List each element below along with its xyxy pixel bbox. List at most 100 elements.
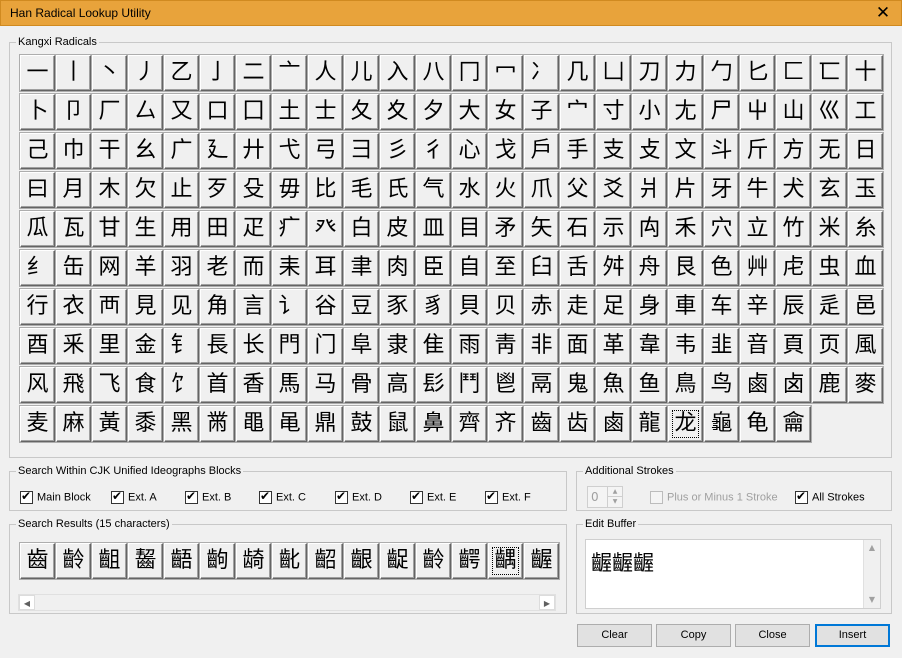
- radical-button[interactable]: 干: [92, 133, 127, 169]
- stroke-count-spinner[interactable]: 0 ▲ ▼: [587, 486, 623, 508]
- radical-button[interactable]: 足: [596, 289, 631, 325]
- radical-button[interactable]: 車: [668, 289, 703, 325]
- radical-button[interactable]: 自: [452, 250, 487, 286]
- result-character-button[interactable]: 𬺈: [236, 543, 271, 579]
- radical-button[interactable]: 毛: [344, 172, 379, 208]
- radical-button[interactable]: 龙: [668, 406, 703, 442]
- radical-button[interactable]: 厂: [92, 94, 127, 130]
- block-checkbox-box[interactable]: [185, 489, 198, 504]
- radical-button[interactable]: 己: [20, 133, 55, 169]
- radical-button[interactable]: 幺: [128, 133, 163, 169]
- radical-button[interactable]: 鳥: [668, 367, 703, 403]
- radical-button[interactable]: 歹: [200, 172, 235, 208]
- radical-button[interactable]: 牛: [740, 172, 775, 208]
- result-character-button[interactable]: 齶: [452, 543, 487, 579]
- radical-button[interactable]: 鼓: [344, 406, 379, 442]
- radical-button[interactable]: 缶: [56, 250, 91, 286]
- radical-button[interactable]: 卤: [776, 367, 811, 403]
- radical-button[interactable]: 齐: [488, 406, 523, 442]
- radical-button[interactable]: 弋: [272, 133, 307, 169]
- result-character-button[interactable]: 齪: [380, 543, 415, 579]
- result-character-button[interactable]: 齒: [20, 543, 55, 579]
- radical-button[interactable]: 鹿: [812, 367, 847, 403]
- radical-button[interactable]: 行: [20, 289, 55, 325]
- radical-button[interactable]: 巾: [56, 133, 91, 169]
- block-checkbox[interactable]: Main Block: [20, 489, 91, 505]
- radical-button[interactable]: 乙: [164, 55, 199, 91]
- radical-button[interactable]: 角: [200, 289, 235, 325]
- copy-button[interactable]: Copy: [656, 624, 731, 647]
- block-checkbox-box[interactable]: [20, 489, 33, 504]
- clear-button[interactable]: Clear: [577, 624, 652, 647]
- radical-button[interactable]: 文: [668, 133, 703, 169]
- radical-button[interactable]: 邑: [848, 289, 883, 325]
- radical-button[interactable]: 网: [92, 250, 127, 286]
- radical-button[interactable]: 寸: [596, 94, 631, 130]
- radical-button[interactable]: 立: [740, 211, 775, 247]
- radical-button[interactable]: 血: [848, 250, 883, 286]
- radical-button[interactable]: 皿: [416, 211, 451, 247]
- radical-button[interactable]: 马: [308, 367, 343, 403]
- radical-button[interactable]: 纟: [20, 250, 55, 286]
- radical-button[interactable]: 匚: [776, 55, 811, 91]
- radical-button[interactable]: 彳: [416, 133, 451, 169]
- radical-button[interactable]: 靑: [488, 328, 523, 364]
- radical-button[interactable]: 几: [560, 55, 595, 91]
- radical-button[interactable]: 黾: [272, 406, 307, 442]
- radical-button[interactable]: 人: [308, 55, 343, 91]
- radical-button[interactable]: 齿: [560, 406, 595, 442]
- radical-button[interactable]: 黑: [164, 406, 199, 442]
- radical-button[interactable]: 大: [452, 94, 487, 130]
- radical-button[interactable]: 豕: [380, 289, 415, 325]
- radical-button[interactable]: 黃: [92, 406, 127, 442]
- radical-button[interactable]: 攴: [632, 133, 667, 169]
- radical-button[interactable]: 力: [668, 55, 703, 91]
- radical-button[interactable]: 骨: [344, 367, 379, 403]
- radical-button[interactable]: 门: [308, 328, 343, 364]
- radical-button[interactable]: 钅: [164, 328, 199, 364]
- radical-button[interactable]: 火: [488, 172, 523, 208]
- all-strokes-checkbox[interactable]: All Strokes: [795, 489, 865, 505]
- radical-button[interactable]: 见: [164, 289, 199, 325]
- radical-button[interactable]: 爪: [524, 172, 559, 208]
- radical-button[interactable]: 木: [92, 172, 127, 208]
- radical-button[interactable]: 臼: [524, 250, 559, 286]
- radical-button[interactable]: ⿄: [596, 406, 631, 442]
- radical-button[interactable]: 彐: [344, 133, 379, 169]
- radical-button[interactable]: 麦: [20, 406, 55, 442]
- radical-button[interactable]: 癶: [308, 211, 343, 247]
- radical-button[interactable]: 矛: [488, 211, 523, 247]
- radical-button[interactable]: 毋: [272, 172, 307, 208]
- radical-button[interactable]: 非: [524, 328, 559, 364]
- radical-button[interactable]: 雨: [452, 328, 487, 364]
- radical-button[interactable]: 贝: [488, 289, 523, 325]
- radical-button[interactable]: 入: [380, 55, 415, 91]
- radical-button[interactable]: 虫: [812, 250, 847, 286]
- block-checkbox[interactable]: Ext. E: [410, 489, 456, 505]
- radical-button[interactable]: 鸟: [704, 367, 739, 403]
- radical-button[interactable]: 囗: [236, 94, 271, 130]
- radical-button[interactable]: 言: [236, 289, 271, 325]
- radical-button[interactable]: 肉: [380, 250, 415, 286]
- radical-button[interactable]: 穴: [704, 211, 739, 247]
- radical-button[interactable]: 風: [848, 328, 883, 364]
- result-character-button[interactable]: 齟: [92, 543, 127, 579]
- radical-button[interactable]: 革: [596, 328, 631, 364]
- result-character-button[interactable]: 齠: [308, 543, 343, 579]
- radical-button[interactable]: 用: [164, 211, 199, 247]
- radical-button[interactable]: 殳: [236, 172, 271, 208]
- radical-button[interactable]: 舟: [632, 250, 667, 286]
- radical-button[interactable]: 舌: [560, 250, 595, 286]
- radical-button[interactable]: 冂: [452, 55, 487, 91]
- edit-buffer-scrollbar[interactable]: ▲ ▼: [863, 540, 880, 608]
- radical-button[interactable]: 田: [200, 211, 235, 247]
- block-checkbox-box[interactable]: [410, 489, 423, 504]
- spin-up-icon[interactable]: ▲: [608, 487, 622, 497]
- radical-button[interactable]: 鬼: [560, 367, 595, 403]
- radical-button[interactable]: 二: [236, 55, 271, 91]
- radical-button[interactable]: 黹: [200, 406, 235, 442]
- radical-button[interactable]: 禸: [632, 211, 667, 247]
- radical-button[interactable]: 耳: [308, 250, 343, 286]
- radical-button[interactable]: 片: [668, 172, 703, 208]
- radical-button[interactable]: 音: [740, 328, 775, 364]
